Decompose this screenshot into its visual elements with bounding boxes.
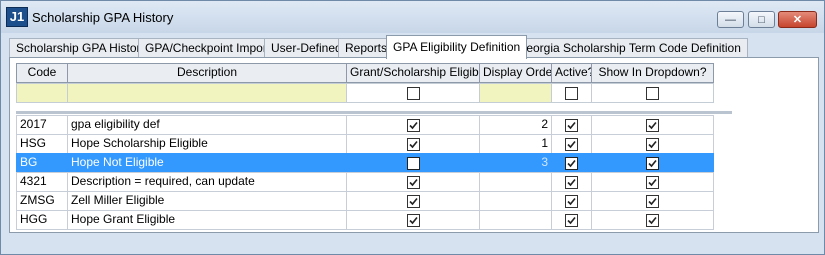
row-description-cell[interactable]: Hope Not Eligible	[67, 153, 347, 173]
row-code-cell[interactable]: HGG	[16, 210, 68, 230]
show-in-dropdown-checkbox[interactable]	[646, 118, 659, 132]
tab-gpa-checkpoint-import[interactable]: GPA/Checkpoint Import	[138, 38, 278, 58]
row-grant-cell	[346, 153, 480, 173]
row-code-cell[interactable]: 2017	[16, 115, 68, 135]
close-button[interactable]: ✕	[778, 11, 817, 28]
row-display-order-cell[interactable]	[479, 191, 552, 211]
active-checkbox[interactable]	[565, 137, 578, 151]
tab-scholarship-gpa-history[interactable]: Scholarship GPA History	[9, 38, 154, 58]
row-dropdown-cell	[591, 134, 714, 154]
maximize-button[interactable]: □	[748, 11, 775, 28]
row-grant-cell	[346, 191, 480, 211]
grant-eligible-checkbox[interactable]	[406, 137, 420, 151]
application-window: J1 Scholarship GPA History — □ ✕ Scholar…	[0, 0, 825, 255]
show-in-dropdown-checkbox[interactable]	[646, 156, 659, 170]
active-checkbox[interactable]	[565, 118, 578, 132]
show-in-dropdown-checkbox[interactable]	[646, 194, 659, 208]
row-code-cell[interactable]: BG	[16, 153, 68, 173]
row-grant-cell	[346, 210, 480, 230]
row-display-order-cell[interactable]: 3	[479, 153, 552, 173]
grant-eligible-checkbox[interactable]	[406, 156, 420, 170]
row-description-cell[interactable]: Description = required, can update	[67, 172, 347, 192]
table-row[interactable]: HSG Hope Scholarship Eligible 1	[16, 134, 714, 154]
show-in-dropdown-checkbox[interactable]	[646, 137, 659, 151]
row-grant-cell	[346, 115, 480, 135]
tab-user-defined[interactable]: User-Defined	[264, 38, 349, 58]
tab-panel: Code Description Grant/Scholarship Eligi…	[9, 57, 819, 233]
column-header-grant-eligible[interactable]: Grant/Scholarship Eligible	[346, 63, 480, 83]
filter-display-order-field[interactable]	[479, 83, 552, 103]
table-row[interactable]: HGG Hope Grant Eligible	[16, 210, 714, 230]
row-dropdown-cell	[591, 115, 714, 135]
tab-georgia-scholarship-term-code-definition[interactable]: Georgia Scholarship Term Code Definition	[510, 38, 748, 58]
show-in-dropdown-checkbox[interactable]	[646, 213, 659, 227]
active-checkbox[interactable]	[565, 156, 578, 170]
row-display-order-cell[interactable]: 1	[479, 134, 552, 154]
row-grant-cell	[346, 134, 480, 154]
row-dropdown-cell	[591, 210, 714, 230]
grid-header-row: Code Description Grant/Scholarship Eligi…	[16, 63, 714, 83]
row-display-order-cell[interactable]: 2	[479, 115, 552, 135]
show-in-dropdown-checkbox[interactable]	[646, 175, 659, 189]
table-row[interactable]: 2017 gpa eligibility def 2	[16, 115, 714, 135]
filter-description-field[interactable]	[67, 83, 347, 103]
table-row[interactable]: 4321 Description = required, can update	[16, 172, 714, 192]
active-checkbox[interactable]	[565, 175, 578, 189]
column-header-description[interactable]: Description	[67, 63, 347, 83]
grant-eligible-checkbox[interactable]	[406, 175, 420, 189]
filter-dropdown-cell	[591, 83, 714, 103]
row-dropdown-cell	[591, 172, 714, 192]
row-active-cell	[551, 134, 592, 154]
row-description-cell[interactable]: Zell Miller Eligible	[67, 191, 347, 211]
row-active-cell	[551, 115, 592, 135]
table-row[interactable]: ZMSG Zell Miller Eligible	[16, 191, 714, 211]
row-code-cell[interactable]: HSG	[16, 134, 68, 154]
row-active-cell	[551, 153, 592, 173]
active-checkbox[interactable]	[565, 213, 578, 227]
row-active-cell	[551, 210, 592, 230]
filter-grant-cell	[346, 83, 480, 103]
row-dropdown-cell	[591, 153, 714, 173]
filter-active-checkbox[interactable]	[565, 86, 578, 100]
filter-row	[16, 83, 714, 103]
row-active-cell	[551, 172, 592, 192]
row-description-cell[interactable]: Hope Grant Eligible	[67, 210, 347, 230]
row-active-cell	[551, 191, 592, 211]
row-description-cell[interactable]: Hope Scholarship Eligible	[67, 134, 347, 154]
column-header-display-order[interactable]: Display Order	[479, 63, 552, 83]
grant-eligible-checkbox[interactable]	[406, 213, 420, 227]
grant-eligible-checkbox[interactable]	[406, 118, 420, 132]
table-row[interactable]: BG Hope Not Eligible 3	[16, 153, 714, 173]
minimize-button[interactable]: —	[717, 11, 744, 28]
column-header-code[interactable]: Code	[16, 63, 68, 83]
row-code-cell[interactable]: 4321	[16, 172, 68, 192]
filter-separator	[16, 111, 732, 114]
filter-active-cell	[551, 83, 592, 103]
grant-eligible-checkbox[interactable]	[406, 194, 420, 208]
column-header-active[interactable]: Active?	[551, 63, 592, 83]
active-checkbox[interactable]	[565, 194, 578, 208]
row-display-order-cell[interactable]	[479, 210, 552, 230]
row-dropdown-cell	[591, 191, 714, 211]
tab-gpa-eligibility-definition[interactable]: GPA Eligibility Definition	[386, 35, 528, 59]
row-grant-cell	[346, 172, 480, 192]
filter-grant-checkbox[interactable]	[406, 86, 420, 100]
column-header-show-in-dropdown[interactable]: Show In Dropdown?	[591, 63, 714, 83]
window-title: Scholarship GPA History	[32, 10, 174, 25]
row-display-order-cell[interactable]	[479, 172, 552, 192]
filter-code-field[interactable]	[16, 83, 68, 103]
row-description-cell[interactable]: gpa eligibility def	[67, 115, 347, 135]
row-code-cell[interactable]: ZMSG	[16, 191, 68, 211]
filter-dropdown-checkbox[interactable]	[646, 86, 659, 100]
title-bar[interactable]: J1 Scholarship GPA History — □ ✕	[1, 1, 824, 33]
j1-app-icon: J1	[6, 7, 28, 27]
